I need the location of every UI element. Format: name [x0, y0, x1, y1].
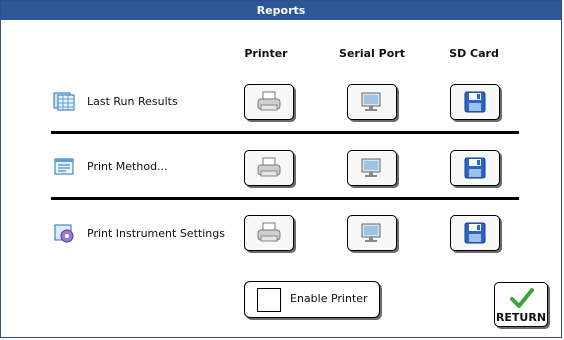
column-header-serial-port: Serial Port: [339, 47, 405, 60]
return-button[interactable]: RETURN: [494, 282, 548, 327]
instrument-settings-serial-port-button[interactable]: [347, 215, 397, 251]
print-method-sd-card-button[interactable]: [450, 150, 500, 186]
row-separator: [51, 197, 519, 200]
floppy-disk-icon: [464, 157, 486, 179]
window-title: Reports: [1, 1, 561, 20]
return-label: RETURN: [495, 311, 547, 324]
last-run-results-serial-port-button[interactable]: [347, 84, 397, 120]
print-method-printer-button[interactable]: [244, 150, 294, 186]
serial-port-icon: [361, 158, 381, 177]
reports-window: Reports Printer Serial Port SD Card Last…: [0, 0, 562, 338]
enable-printer-label: Enable Printer: [290, 292, 368, 305]
floppy-disk-icon: [464, 91, 486, 113]
print-method-serial-port-button[interactable]: [347, 150, 397, 186]
column-header-sd-card: SD Card: [449, 47, 499, 60]
enable-printer-toggle[interactable]: Enable Printer: [244, 281, 380, 318]
row-label-print-method: Print Method...: [87, 160, 168, 173]
instrument-settings-icon: [54, 224, 74, 243]
floppy-disk-icon: [464, 222, 486, 244]
method-document-icon: [54, 158, 74, 175]
enable-printer-checkbox[interactable]: [257, 288, 281, 312]
serial-port-icon: [361, 223, 381, 242]
column-header-printer: Printer: [244, 47, 288, 60]
printer-icon: [257, 157, 281, 177]
serial-port-icon: [361, 92, 381, 111]
last-run-results-printer-button[interactable]: [244, 84, 294, 120]
instrument-settings-sd-card-button[interactable]: [450, 215, 500, 251]
printer-icon: [257, 91, 281, 111]
row-label-print-instrument-settings: Print Instrument Settings: [87, 227, 225, 240]
row-separator: [51, 131, 519, 134]
last-run-results-sd-card-button[interactable]: [450, 84, 500, 120]
printer-icon: [257, 222, 281, 242]
instrument-settings-printer-button[interactable]: [244, 215, 294, 251]
row-label-last-run-results: Last Run Results: [87, 95, 178, 108]
report-grid-icon: [53, 92, 75, 111]
checkmark-icon: [510, 288, 534, 308]
